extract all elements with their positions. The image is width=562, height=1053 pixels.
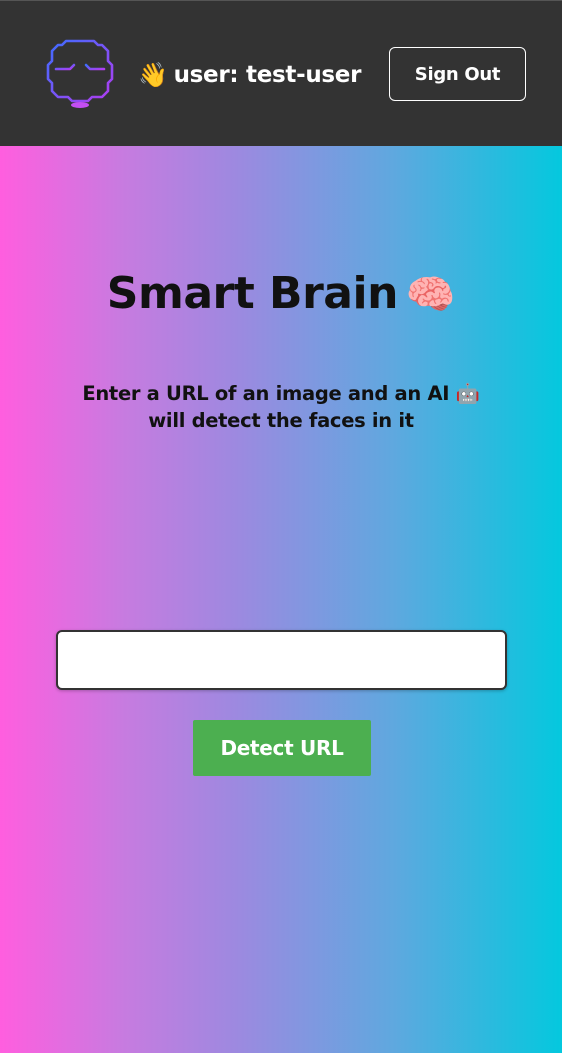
app-root: 👋 user: test-user Sign Out Smart Brain 🧠 … (0, 0, 562, 1053)
instructions-line-1: Enter a URL of an image and an AI 🤖 (82, 382, 480, 405)
instructions-line-2: will detect the faces in it (148, 409, 414, 432)
top-navigation-bar: 👋 user: test-user Sign Out (0, 0, 562, 146)
detect-url-button[interactable]: Detect URL (193, 720, 371, 776)
image-url-input[interactable] (56, 630, 507, 690)
instructions-text: Enter a URL of an image and an AI 🤖 will… (0, 380, 562, 434)
brain-circuit-icon[interactable] (42, 35, 118, 111)
title-text: Smart Brain (106, 268, 399, 319)
sign-out-button[interactable]: Sign Out (389, 47, 526, 101)
brain-icon: 🧠 (405, 272, 456, 318)
user-greeting: 👋 user: test-user (138, 57, 361, 93)
page-title: Smart Brain 🧠 (0, 268, 562, 319)
user-name-label: user: test-user (173, 62, 362, 88)
waving-hand-icon: 👋 (138, 61, 168, 89)
